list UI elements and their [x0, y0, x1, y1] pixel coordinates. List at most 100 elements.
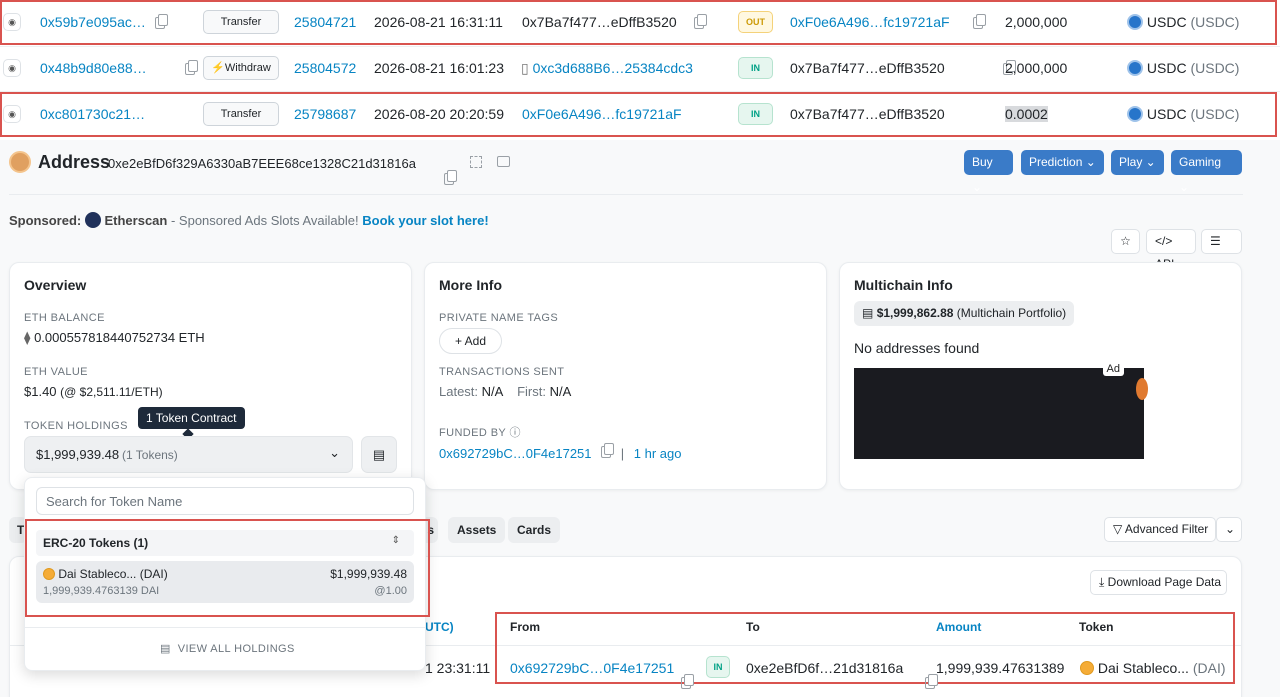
direction-badge: OUT [738, 11, 773, 33]
address-value: 0xe2eBfD6f329A6330aB7EEE68ce1328C21d3181… [108, 156, 416, 171]
copy-icon[interactable] [925, 674, 939, 689]
address-avatar [9, 151, 31, 173]
eth-value: $1.40 (@ $2,511.11/ETH) [24, 384, 163, 399]
row-to: 0xe2eBfD6f…21d31816a [746, 660, 904, 676]
header-token: Token [1079, 620, 1114, 634]
favorite-button[interactable]: ☆ [1111, 229, 1140, 254]
buy-button[interactable]: Buy ⌄ [964, 150, 1013, 194]
usdc-token-icon [1127, 106, 1143, 122]
filter-icon: ▽ [1113, 522, 1123, 536]
row-token[interactable]: Dai Stableco... (DAI) [1080, 660, 1226, 676]
table-header-partial: UTC) [425, 620, 454, 634]
copy-icon[interactable] [680, 674, 694, 689]
funded-by-row: 0x692729bC…0F4e17251 | 1 hr ago [439, 443, 682, 461]
header-amount[interactable]: Amount [936, 620, 981, 634]
chevron-down-icon: ⌄ [329, 445, 340, 460]
method-badge: ⚡Withdraw [203, 56, 279, 80]
tx-amount: 0.0002 [1005, 106, 1048, 122]
more-options-button[interactable]: ☰ ⌄ [1201, 229, 1242, 271]
etherscan-logo-icon [84, 212, 101, 228]
add-tag-button[interactable]: + Add [439, 328, 502, 354]
tx-from[interactable]: ▯ 0xc3d688B6…25384cdc3 [521, 60, 693, 77]
eye-icon[interactable]: ◉ [3, 13, 21, 31]
copy-icon[interactable] [973, 14, 986, 29]
lightning-icon: ⚡ [211, 62, 225, 74]
block-link[interactable]: 25798687 [294, 106, 356, 122]
direction-badge: IN [738, 103, 773, 125]
token-holdings-dropdown[interactable]: $1,999,939.48 (1 Tokens) ⌄ [24, 436, 353, 473]
table-time-partial: 1 23:31:11 [425, 660, 491, 676]
eth-icon: ⧫ [24, 330, 31, 345]
tx-hash-link[interactable]: 0x48b9d80e88… [40, 60, 147, 76]
wallet-icon: ▤ [160, 643, 171, 655]
token-contract-tooltip: 1 Token Contract [138, 407, 245, 429]
book-slot-link[interactable]: Book your slot here! [362, 213, 488, 228]
advanced-filter-button[interactable]: ▽ Advanced Filter [1104, 517, 1216, 542]
portfolio-icon: ▤ [862, 306, 874, 320]
eye-icon[interactable]: ◉ [3, 59, 21, 77]
download-icon: ⤓ [1099, 575, 1105, 589]
header-to: To [746, 620, 760, 634]
copy-icon[interactable] [155, 14, 168, 29]
tab-assets[interactable]: Assets [448, 517, 506, 543]
block-link[interactable]: 25804572 [294, 60, 356, 76]
view-all-holdings-link[interactable]: ▤ VIEW ALL HOLDINGS [160, 642, 295, 655]
token-item-dai[interactable]: Dai Stableco... (DAI) $1,999,939.48 1,99… [36, 561, 414, 603]
qr-code-icon[interactable] [470, 156, 482, 168]
tab-cards[interactable]: Cards [508, 517, 561, 543]
tx-token[interactable]: USDC (USDC) [1127, 106, 1239, 122]
copy-icon[interactable] [601, 443, 615, 458]
tx-token[interactable]: USDC (USDC) [1127, 14, 1239, 30]
play-button[interactable]: Play ⌄ [1111, 150, 1164, 175]
row-from-link[interactable]: 0x692729bC…0F4e17251 [510, 660, 674, 676]
prediction-button[interactable]: Prediction ⌄ [1021, 150, 1104, 175]
block-link[interactable]: 25804721 [294, 14, 356, 30]
usdc-token-icon [1127, 14, 1143, 30]
tx-from[interactable]: 0xF0e6A496…fc19721aF [522, 106, 682, 122]
tx-hash-link[interactable]: 0xc801730c21… [40, 106, 145, 122]
copy-icon[interactable] [694, 14, 707, 29]
portfolio-icon-button[interactable]: ▤ [361, 436, 397, 473]
api-button[interactable]: </> API [1146, 229, 1196, 271]
sort-icon[interactable]: ⇕ [392, 535, 400, 546]
tx-to[interactable]: 0xF0e6A496…fc19721aF [790, 14, 950, 30]
tx-amount: 2,000,000 [1005, 60, 1068, 76]
ad-banner[interactable]: Ad [854, 362, 1148, 459]
tx-sent-values: Latest: N/A First: N/A [439, 384, 572, 399]
tx-time: 2026-08-21 16:01:23 [374, 60, 504, 76]
contract-icon: ▯ [521, 60, 529, 76]
download-page-data-button[interactable]: ⤓ Download Page Data [1090, 570, 1227, 595]
tx-token[interactable]: USDC (USDC) [1127, 60, 1239, 76]
dai-token-icon [1080, 661, 1094, 675]
page-title: Address [38, 152, 111, 172]
method-badge: Transfer [203, 10, 279, 34]
tx-hash-link[interactable]: 0x59b7e095ac… [40, 14, 146, 30]
direction-badge: IN [738, 57, 773, 79]
ad-label: Ad [1102, 362, 1124, 376]
tx-from: 0x7Ba7f477…eDffB3520 [522, 14, 677, 30]
tx-amount: 2,000,000 [1005, 14, 1068, 30]
multichain-portfolio-button[interactable]: ▤ $1,999,862.88 (Multichain Portfolio) [854, 301, 1075, 326]
header-from: From [510, 620, 540, 634]
filter-options-button[interactable]: ⌄ [1216, 517, 1242, 542]
multichain-title: Multichain Info [854, 277, 953, 293]
direction-badge: IN [706, 656, 730, 678]
copy-icon[interactable] [444, 170, 457, 185]
copy-icon[interactable] [185, 60, 198, 75]
funded-by-label: FUNDED BY ⓘ [439, 427, 521, 439]
gaming-button[interactable]: Gaming ⌄ [1171, 150, 1242, 194]
method-badge: Transfer [203, 102, 279, 126]
comment-icon[interactable] [497, 156, 510, 167]
eye-icon[interactable]: ◉ [3, 105, 21, 123]
tx-to: 0x7Ba7f477…eDffB3520 [790, 60, 945, 76]
info-icon: ⓘ [509, 427, 521, 439]
sponsored-banner: Sponsored: Etherscan - Sponsored Ads Slo… [9, 212, 489, 228]
funded-by-link[interactable]: 0x692729bC…0F4e17251 [439, 446, 592, 461]
tx-time: 2026-08-21 16:31:11 [374, 14, 503, 30]
overview-title: Overview [24, 277, 87, 293]
more-info-title: More Info [439, 277, 502, 293]
funded-ago-link[interactable]: 1 hr ago [634, 446, 682, 461]
no-addresses-text: No addresses found [854, 340, 980, 356]
token-search-input[interactable]: Search for Token Name [36, 487, 414, 515]
tx-to: 0x7Ba7f477…eDffB3520 [790, 106, 945, 122]
